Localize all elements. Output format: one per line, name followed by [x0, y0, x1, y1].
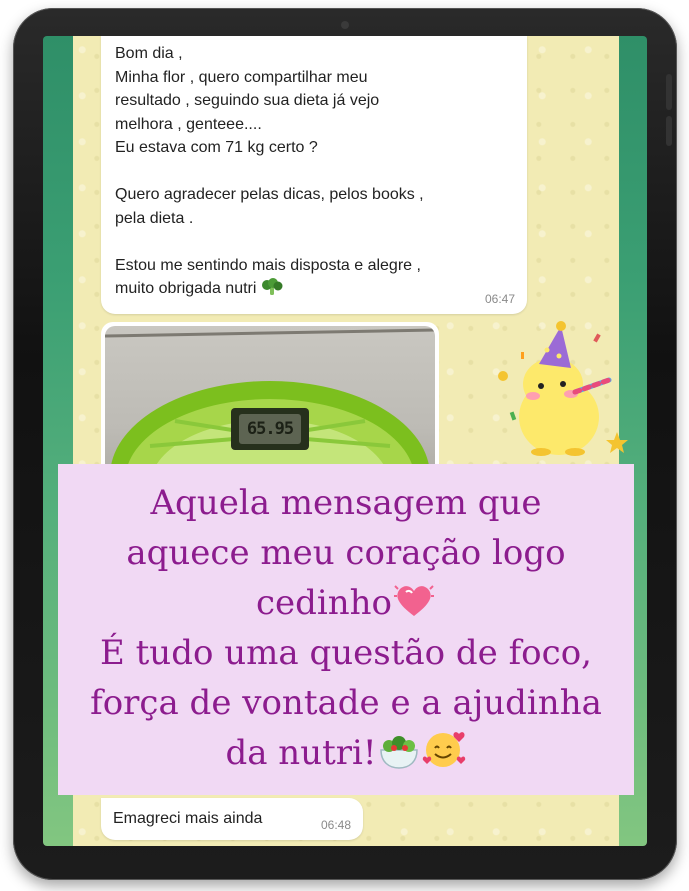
caption-line: aquece meu coração logo [126, 533, 566, 573]
sparkling-heart-icon [394, 585, 435, 616]
message-text: Emagreci mais ainda [113, 810, 263, 827]
message-timestamp: 06:48 [320, 818, 351, 832]
volume-up-button [666, 74, 672, 110]
party-chick-sticker-icon [498, 321, 628, 456]
message-bubble-received[interactable]: Emagreci mais ainda 06:48 [101, 798, 363, 840]
volume-down-button [666, 116, 672, 146]
message-timestamp: 06:47 [484, 292, 515, 306]
caption-overlay: Aquela mensagem que aquece meu coração l… [58, 464, 634, 795]
broccoli-icon [261, 278, 283, 295]
caption-line: É tudo uma questão de foco, [100, 633, 592, 673]
caption-line: cedinho [58, 578, 634, 628]
caption-line: da nutri! [58, 728, 634, 778]
caption-line: força de vontade e a ajudinha [90, 683, 602, 723]
scale-photo: 65.95 [105, 326, 435, 482]
salad-icon [379, 736, 418, 769]
photo-message[interactable]: 65.95 [101, 322, 439, 482]
caption-line: Aquela mensagem que [150, 483, 542, 523]
camera-dot [341, 21, 349, 29]
scale-display: 65.95 [239, 414, 301, 444]
caption-text: Aquela mensagem que aquece meu coração l… [58, 478, 634, 778]
message-bubble-received[interactable]: Bom dia , Minha flor , quero compartilha… [101, 36, 527, 314]
chat-screen: Bom dia , Minha flor , quero compartilha… [43, 36, 647, 846]
smiling-face-with-hearts-icon [422, 732, 465, 767]
message-text: Bom dia , Minha flor , quero compartilha… [115, 45, 424, 297]
scale-image [105, 328, 435, 482]
